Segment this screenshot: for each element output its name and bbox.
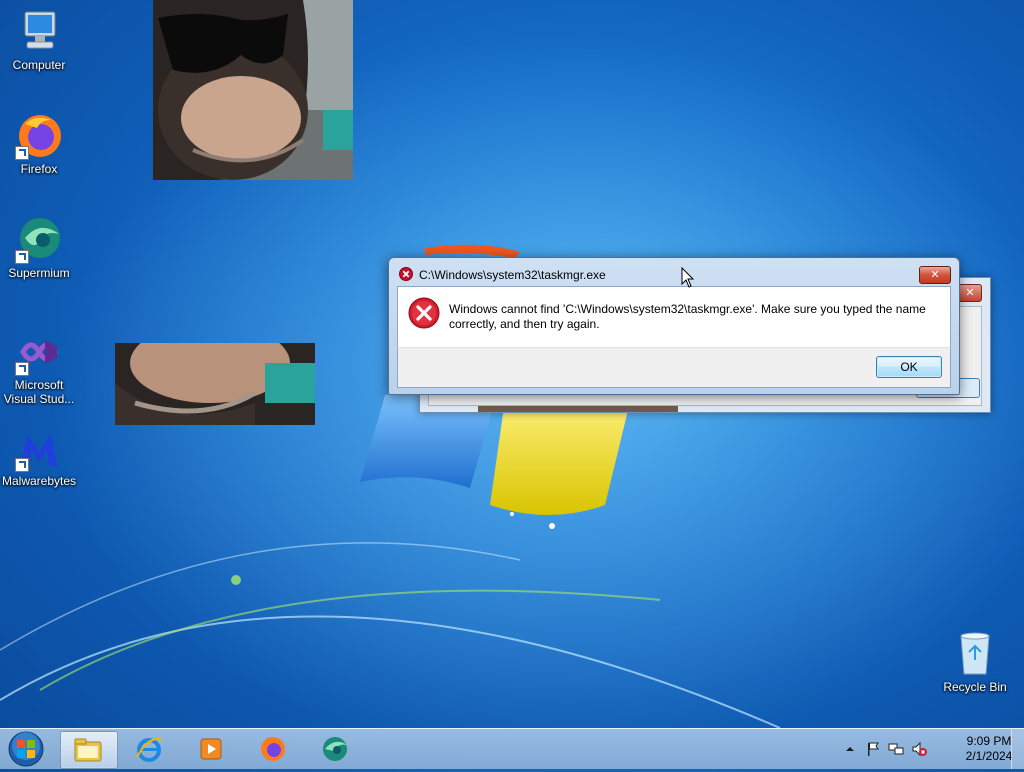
firefox-icon bbox=[261, 737, 285, 761]
background-image-strip bbox=[478, 406, 678, 412]
action-center-flag-icon[interactable] bbox=[865, 741, 881, 757]
desktop-icon-malwarebytes[interactable]: Malwarebytes bbox=[1, 424, 77, 488]
background-close-button[interactable]: ✕ bbox=[958, 284, 982, 302]
shortcut-arrow-icon bbox=[15, 362, 29, 376]
supermium-icon bbox=[15, 216, 63, 264]
shortcut-arrow-icon bbox=[15, 250, 29, 264]
supermium-icon bbox=[323, 737, 347, 761]
network-icon[interactable] bbox=[888, 741, 904, 757]
start-button[interactable] bbox=[4, 729, 48, 769]
recycle-bin-icon bbox=[951, 630, 999, 678]
shortcut-arrow-icon bbox=[15, 146, 29, 160]
desktop-icon-label: Firefox bbox=[20, 162, 58, 176]
desktop-icon-supermium[interactable]: Supermium bbox=[1, 216, 77, 280]
taskbar: 9:09 PM 2/1/2024 bbox=[0, 728, 1024, 769]
taskbar-internet-explorer-button[interactable] bbox=[122, 731, 178, 767]
explorer-icon bbox=[74, 738, 102, 762]
desktop-icon-firefox[interactable]: Firefox bbox=[1, 112, 77, 176]
chimp-photo-crop[interactable] bbox=[115, 343, 315, 425]
error-icon bbox=[399, 267, 413, 281]
desktop-icon-label: Recycle Bin bbox=[943, 680, 1007, 694]
taskbar-explorer-button[interactable] bbox=[60, 731, 118, 769]
error-dialog[interactable]: C:\Windows\system32\taskmgr.exe ✕ Window… bbox=[388, 257, 960, 395]
volume-muted-icon[interactable] bbox=[911, 741, 927, 757]
chimp-photo[interactable] bbox=[153, 0, 353, 180]
desktop-icon-label: Microsoft Visual Stud... bbox=[3, 378, 75, 406]
clock-date: 2/1/2024 bbox=[965, 749, 1013, 763]
taskbar-supermium-button[interactable] bbox=[308, 731, 364, 767]
desktop-icon-visual-studio[interactable]: Microsoft Visual Stud... bbox=[1, 328, 77, 406]
show-hidden-icons-icon[interactable] bbox=[842, 741, 858, 757]
taskbar-firefox-button[interactable] bbox=[246, 731, 302, 767]
mouse-cursor-icon bbox=[681, 267, 695, 288]
system-tray: 9:09 PM 2/1/2024 bbox=[834, 729, 1024, 769]
windows-start-orb-icon bbox=[8, 731, 44, 767]
media-player-icon bbox=[200, 738, 222, 760]
clock-time: 9:09 PM bbox=[966, 734, 1012, 748]
computer-icon bbox=[15, 8, 63, 56]
dialog-content: Windows cannot find 'C:\Windows\system32… bbox=[397, 286, 951, 347]
close-button[interactable]: ✕ bbox=[919, 266, 951, 284]
show-desktop-button[interactable] bbox=[1011, 729, 1024, 769]
desktop-icon-recycle-bin[interactable]: Recycle Bin bbox=[937, 630, 1013, 694]
error-icon bbox=[408, 297, 440, 329]
internet-explorer-icon bbox=[136, 738, 163, 762]
shortcut-arrow-icon bbox=[15, 458, 29, 472]
visual-studio-icon bbox=[15, 328, 63, 376]
desktop-icon-label: Supermium bbox=[8, 266, 70, 280]
desktop-icon-label: Malwarebytes bbox=[1, 474, 77, 488]
firefox-icon bbox=[15, 112, 63, 160]
taskbar-media-player-button[interactable] bbox=[184, 731, 240, 767]
desktop-icon-label: Computer bbox=[12, 58, 66, 72]
dialog-footer: OK bbox=[397, 347, 951, 388]
ok-button[interactable]: OK bbox=[876, 356, 942, 378]
dialog-title: C:\Windows\system32\taskmgr.exe bbox=[419, 268, 606, 282]
dialog-titlebar[interactable]: C:\Windows\system32\taskmgr.exe ✕ bbox=[389, 258, 959, 286]
malwarebytes-icon bbox=[15, 424, 63, 472]
clock[interactable]: 9:09 PM 2/1/2024 bbox=[959, 734, 1019, 764]
error-message: Windows cannot find 'C:\Windows\system32… bbox=[449, 302, 926, 331]
desktop-icon-computer[interactable]: Computer bbox=[1, 8, 77, 72]
